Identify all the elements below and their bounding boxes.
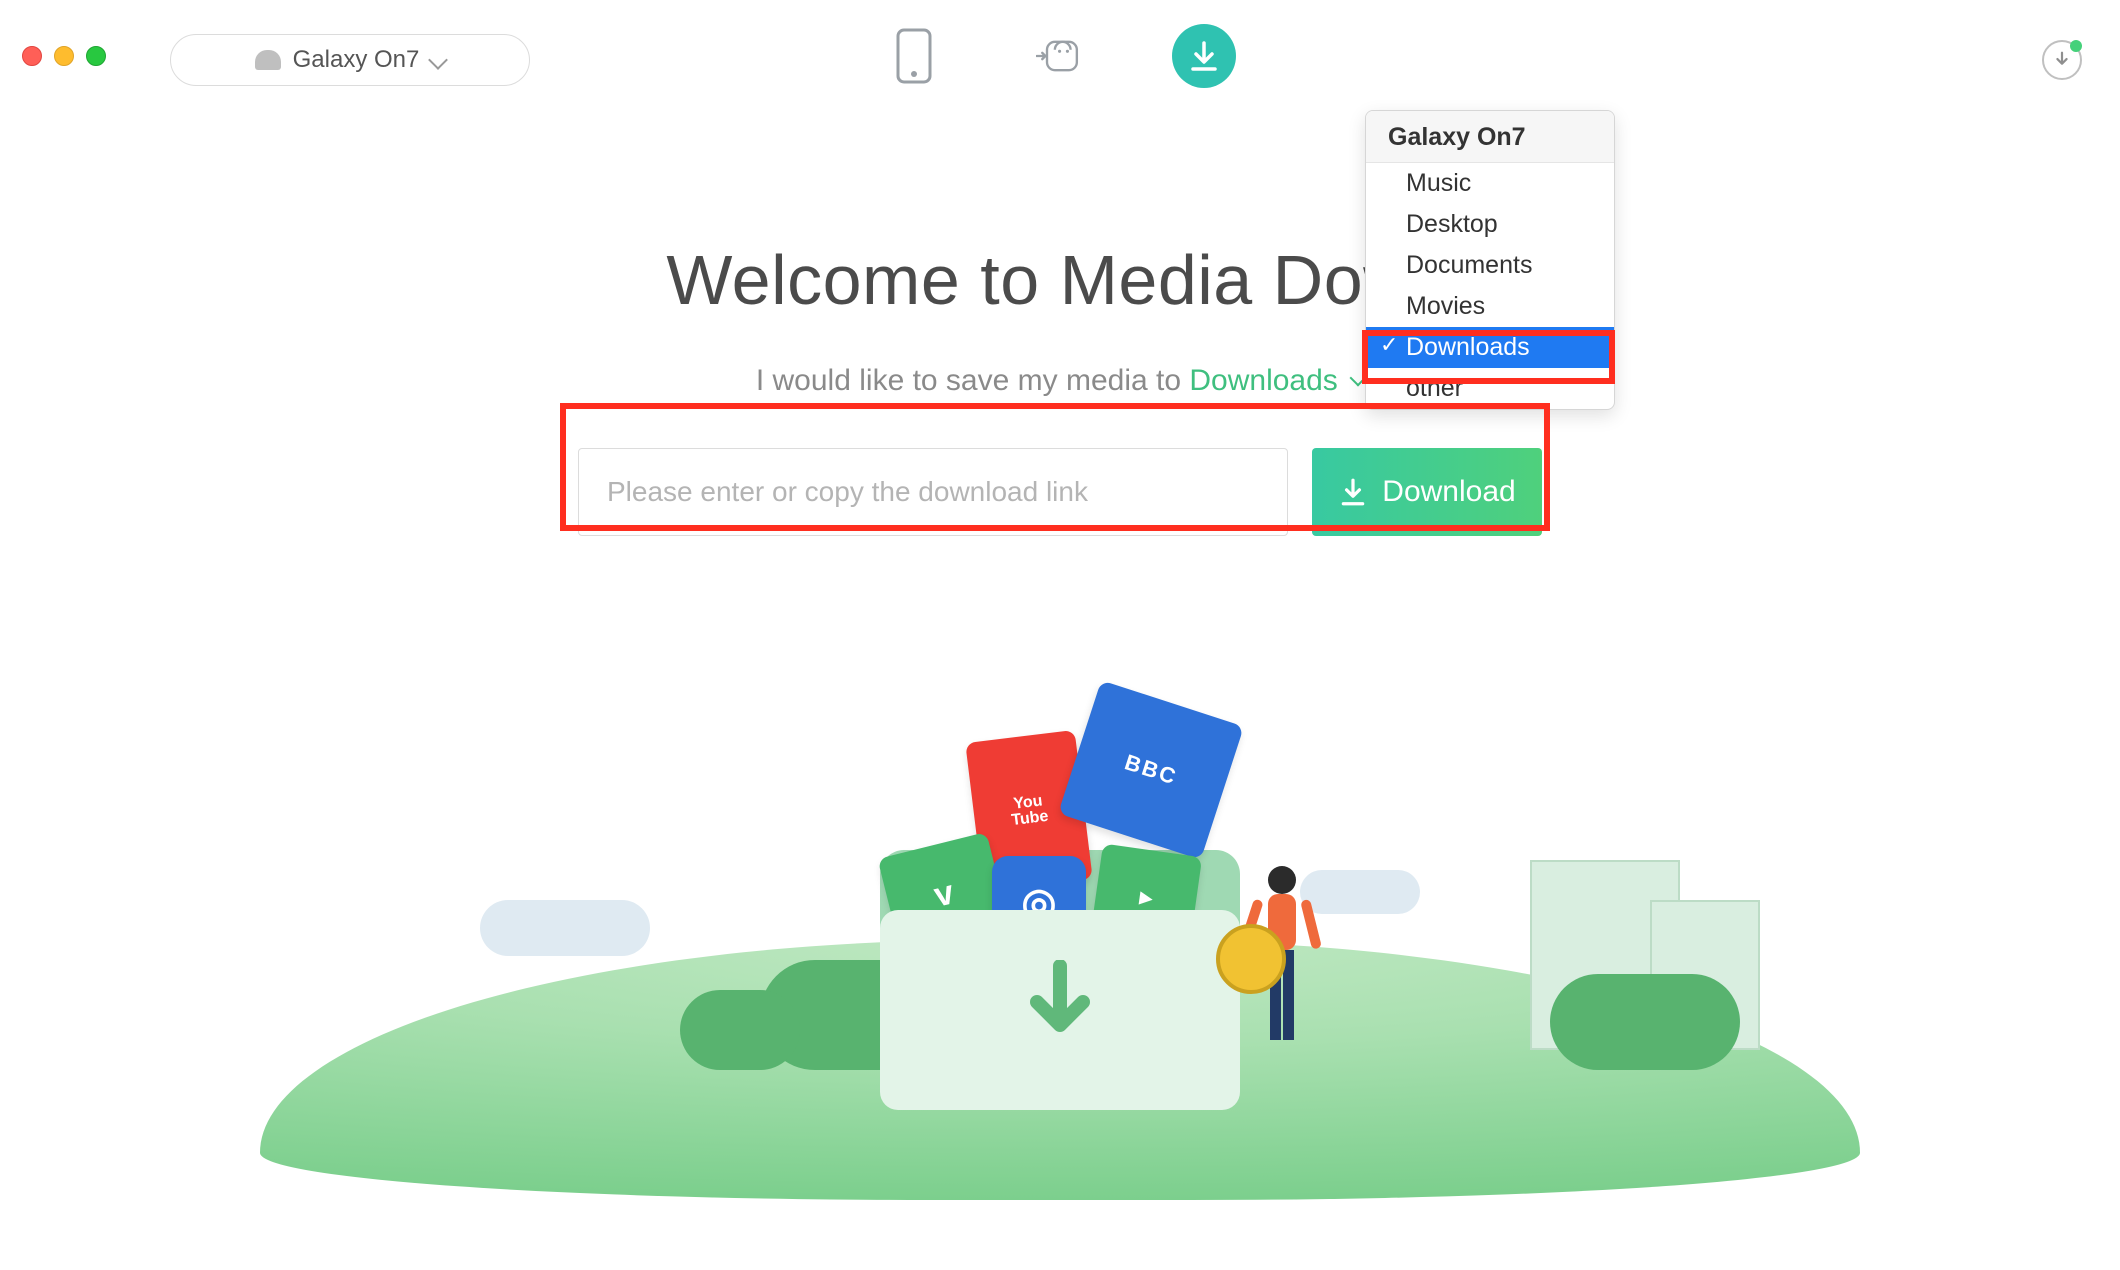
phone-icon — [892, 28, 936, 84]
download-button-label: Download — [1382, 475, 1515, 509]
page-title: Welcome to Media Down — [0, 240, 2120, 320]
film-reel-icon — [1216, 924, 1286, 994]
top-nav — [884, 24, 1236, 88]
download-link-input[interactable] — [578, 448, 1288, 536]
download-status-button[interactable] — [2042, 40, 2082, 80]
destination-label: Downloads — [1189, 364, 1337, 397]
android-transfer-icon — [1036, 28, 1080, 84]
destination-menu: Galaxy On7 Music Desktop Documents Movie… — [1365, 110, 1615, 410]
download-icon — [1187, 39, 1221, 73]
hero-illustration: You Tube BBC v ◎ ▶ — [0, 700, 2120, 1260]
device-selector-label: Galaxy On7 — [293, 46, 420, 74]
destination-menu-item-other[interactable]: other — [1366, 368, 1614, 409]
nav-phone-tab[interactable] — [884, 26, 944, 86]
destination-menu-item-desktop[interactable]: Desktop — [1366, 204, 1614, 245]
bbc-card-icon: BBC — [1058, 680, 1244, 860]
main-content: Welcome to Media Down I would like to sa… — [0, 240, 2120, 536]
destination-dropdown-trigger[interactable]: Downloads — [1189, 364, 1364, 397]
play-card-icon: ▶ — [1090, 844, 1202, 953]
fullscreen-window-button[interactable] — [86, 46, 106, 66]
destination-menu-item-music[interactable]: Music — [1366, 163, 1614, 204]
device-selector[interactable]: Galaxy On7 — [170, 34, 530, 86]
close-window-button[interactable] — [22, 46, 42, 66]
titlebar: Galaxy On7 — [0, 0, 2120, 100]
download-arrow-icon — [2051, 49, 2073, 71]
chevron-down-icon — [431, 46, 445, 74]
folder-illustration: You Tube BBC v ◎ ▶ — [880, 850, 1240, 1110]
window-controls — [22, 46, 106, 66]
destination-menu-item-movies[interactable]: Movies — [1366, 286, 1614, 327]
destination-menu-item-downloads[interactable]: Downloads — [1366, 327, 1614, 368]
android-icon — [255, 50, 281, 70]
nav-download-tab[interactable] — [1172, 24, 1236, 88]
person-illustration — [1240, 860, 1324, 1070]
instagram-card-icon: ◎ — [992, 856, 1086, 950]
vimeo-card-icon: v — [878, 832, 1011, 956]
nav-android-tab[interactable] — [1028, 26, 1088, 86]
youtube-card-icon: You Tube — [965, 730, 1092, 892]
save-destination-line: I would like to save my media to Downloa… — [0, 364, 2120, 398]
chevron-down-icon — [1346, 364, 1364, 397]
download-input-row: Download — [0, 448, 2120, 536]
destination-menu-item-documents[interactable]: Documents — [1366, 245, 1614, 286]
destination-menu-header: Galaxy On7 — [1366, 111, 1614, 163]
download-arrow-icon — [1338, 477, 1368, 507]
subtitle-prefix: I would like to save my media to — [756, 364, 1190, 397]
minimize-window-button[interactable] — [54, 46, 74, 66]
folder-download-arrow-icon — [1017, 960, 1103, 1061]
download-button[interactable]: Download — [1312, 448, 1542, 536]
